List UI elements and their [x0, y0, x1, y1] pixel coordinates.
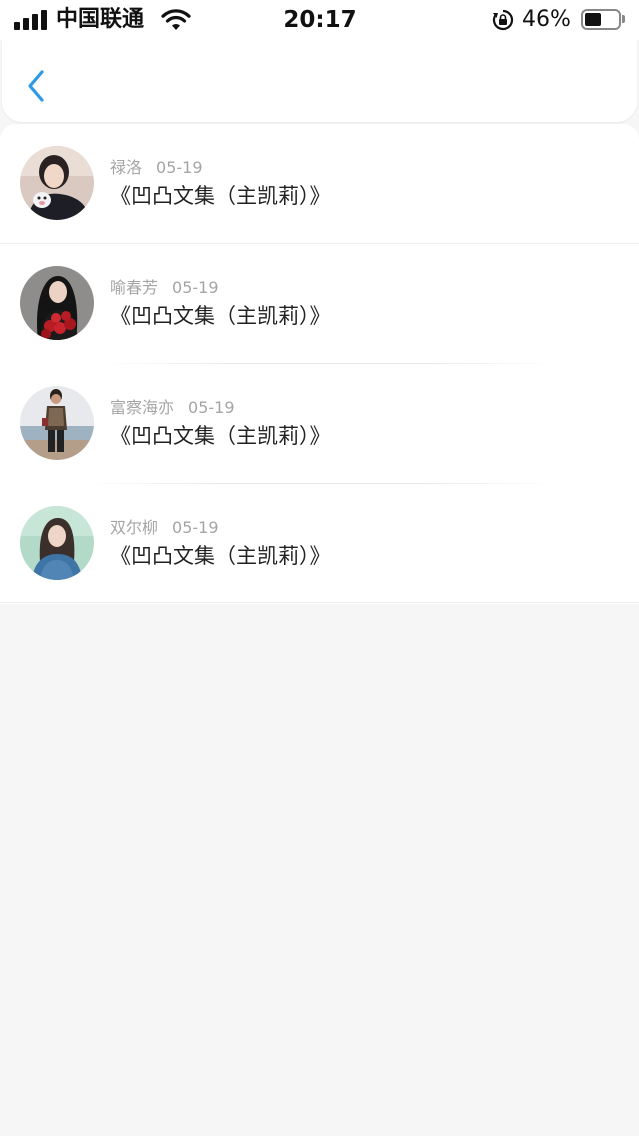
- list-item[interactable]: 富察海亦 05-19 《凹凸文集（主凯莉）》: [0, 364, 639, 484]
- rotation-lock-icon: [492, 9, 514, 31]
- navigation-bar: [2, 40, 637, 122]
- item-meta: 禄洛 05-19: [110, 158, 203, 178]
- item-date: 05-19: [156, 158, 203, 177]
- item-meta: 富察海亦 05-19: [110, 398, 235, 418]
- divider: [0, 602, 639, 603]
- item-title: 《凹凸文集（主凯莉）》: [110, 184, 331, 208]
- item-meta: 喻春芳 05-19: [110, 278, 219, 298]
- sender-name: 禄洛: [110, 158, 143, 177]
- status-bar: 中国联通 20:17 46%: [0, 0, 639, 40]
- clock: 20:17: [283, 7, 357, 33]
- item-title: 《凹凸文集（主凯莉）》: [110, 544, 331, 568]
- carrier-name: 中国联通: [56, 7, 145, 32]
- signal-icon: [14, 10, 48, 30]
- message-list: 禄洛 05-19 《凹凸文集（主凯莉）》 喻春芳 05-19 《凹凸文集（主凯莉）》: [0, 124, 639, 604]
- item-meta: 双尔柳 05-19: [110, 518, 219, 538]
- list-item[interactable]: 喻春芳 05-19 《凹凸文集（主凯莉）》: [0, 244, 639, 364]
- battery-icon: [581, 9, 621, 30]
- sender-name: 双尔柳: [110, 518, 159, 537]
- wifi-icon: [161, 9, 191, 30]
- back-button[interactable]: [20, 64, 54, 108]
- item-title: 《凹凸文集（主凯莉）》: [110, 424, 331, 448]
- avatar[interactable]: [20, 146, 94, 220]
- avatar[interactable]: [20, 266, 94, 340]
- list-item[interactable]: 禄洛 05-19 《凹凸文集（主凯莉）》: [0, 124, 639, 244]
- sender-name: 富察海亦: [110, 398, 175, 417]
- avatar[interactable]: [20, 386, 94, 460]
- item-title: 《凹凸文集（主凯莉）》: [110, 304, 331, 328]
- battery-tip: [622, 15, 625, 23]
- battery-percent: 46%: [522, 7, 571, 32]
- item-date: 05-19: [172, 518, 219, 537]
- chevron-left-icon: [28, 70, 44, 102]
- sender-name: 喻春芳: [110, 278, 159, 297]
- avatar[interactable]: [20, 506, 94, 580]
- item-date: 05-19: [172, 278, 219, 297]
- item-date: 05-19: [188, 398, 235, 417]
- list-item[interactable]: 双尔柳 05-19 《凹凸文集（主凯莉）》: [0, 484, 639, 604]
